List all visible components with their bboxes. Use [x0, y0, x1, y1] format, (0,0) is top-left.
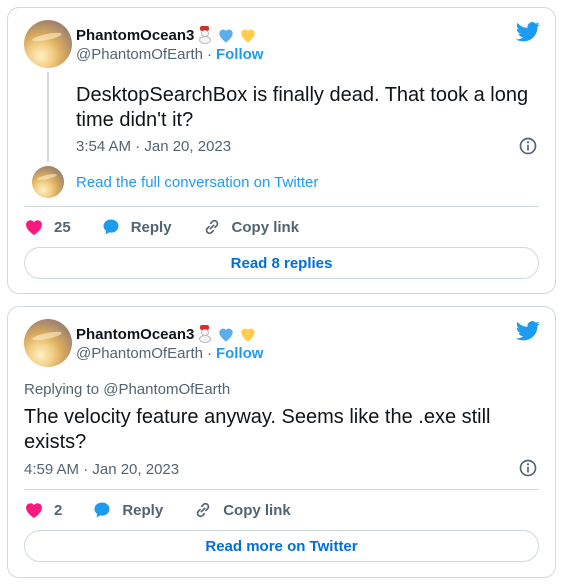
- heart-icon: [26, 503, 42, 518]
- author-name-row[interactable]: PhantomOcean3: [76, 25, 258, 45]
- heart-icon: [26, 220, 42, 235]
- author-avatar[interactable]: [24, 319, 72, 367]
- handle-row: @PhantomOfEarth · Follow: [76, 345, 263, 362]
- thread-line: [47, 72, 49, 162]
- info-icon[interactable]: [518, 458, 538, 478]
- follow-link[interactable]: Follow: [216, 345, 264, 362]
- author-name-row[interactable]: PhantomOcean3: [76, 324, 258, 344]
- follow-link[interactable]: Follow: [216, 46, 264, 63]
- blue-heart-emoji: [219, 29, 234, 43]
- author-name[interactable]: PhantomOcean3: [76, 326, 194, 343]
- reply-label: Reply: [130, 218, 172, 236]
- conversation-avatar[interactable]: [32, 166, 64, 198]
- read-replies-button[interactable]: Read 8 replies: [24, 247, 539, 279]
- blue-heart-emoji: [219, 328, 234, 342]
- yellow-heart-emoji: [241, 328, 256, 342]
- link-icon: [196, 502, 210, 518]
- tweet-timestamp[interactable]: 3:54 AM · Jan 20, 2023: [76, 138, 231, 155]
- separator-dot: ·: [206, 345, 212, 362]
- tweet-text: The velocity feature anyway. Seems like …: [24, 406, 491, 453]
- divider: [24, 489, 539, 490]
- twitter-bird-icon[interactable]: [516, 321, 540, 341]
- author-handle[interactable]: @PhantomOfEarth: [76, 345, 203, 362]
- reply-button[interactable]: Reply: [92, 500, 163, 520]
- read-full-conversation-link[interactable]: Read the full conversation on Twitter: [76, 174, 318, 191]
- author-name[interactable]: PhantomOcean3: [76, 27, 194, 44]
- reply-label: Reply: [122, 501, 164, 519]
- author-avatar[interactable]: [24, 20, 72, 68]
- info-icon[interactable]: [518, 136, 538, 156]
- tweet-card-2: PhantomOcean3 @PhantomOfEarth · Follow R…: [7, 306, 556, 578]
- like-button[interactable]: 2: [24, 500, 62, 520]
- reply-bubble-icon: [94, 502, 110, 518]
- read-more-button[interactable]: Read more on Twitter: [24, 530, 539, 562]
- copy-link-button[interactable]: Copy link: [202, 217, 300, 237]
- like-count: 25: [54, 218, 71, 236]
- action-bar: 25 Reply Copy link: [24, 217, 329, 237]
- like-button[interactable]: 25: [24, 217, 71, 237]
- copy-link-label: Copy link: [223, 501, 291, 519]
- tweet-text: DesktopSearchBox is finally dead. That t…: [76, 84, 529, 131]
- replying-to-label[interactable]: Replying to @PhantomOfEarth: [24, 381, 230, 398]
- like-count: 2: [54, 501, 63, 519]
- handle-row: @PhantomOfEarth · Follow: [76, 46, 263, 63]
- copy-link-button[interactable]: Copy link: [193, 500, 291, 520]
- yellow-heart-emoji: [241, 29, 256, 43]
- author-handle[interactable]: @PhantomOfEarth: [76, 46, 203, 63]
- copy-link-label: Copy link: [231, 218, 300, 236]
- tweet-card-1: PhantomOcean3 @PhantomOfEarth · Follow D…: [7, 7, 556, 294]
- divider: [24, 206, 539, 207]
- reply-button[interactable]: Reply: [101, 217, 172, 237]
- reply-bubble-icon: [103, 219, 119, 235]
- snowman-emoji: [196, 26, 214, 44]
- tweet-timestamp[interactable]: 4:59 AM · Jan 20, 2023: [24, 461, 179, 478]
- snowman-emoji: [196, 325, 214, 343]
- separator-dot: ·: [206, 46, 212, 63]
- action-bar: 2 Reply Copy link: [24, 500, 321, 520]
- link-icon: [205, 219, 218, 235]
- twitter-bird-icon[interactable]: [516, 22, 540, 42]
